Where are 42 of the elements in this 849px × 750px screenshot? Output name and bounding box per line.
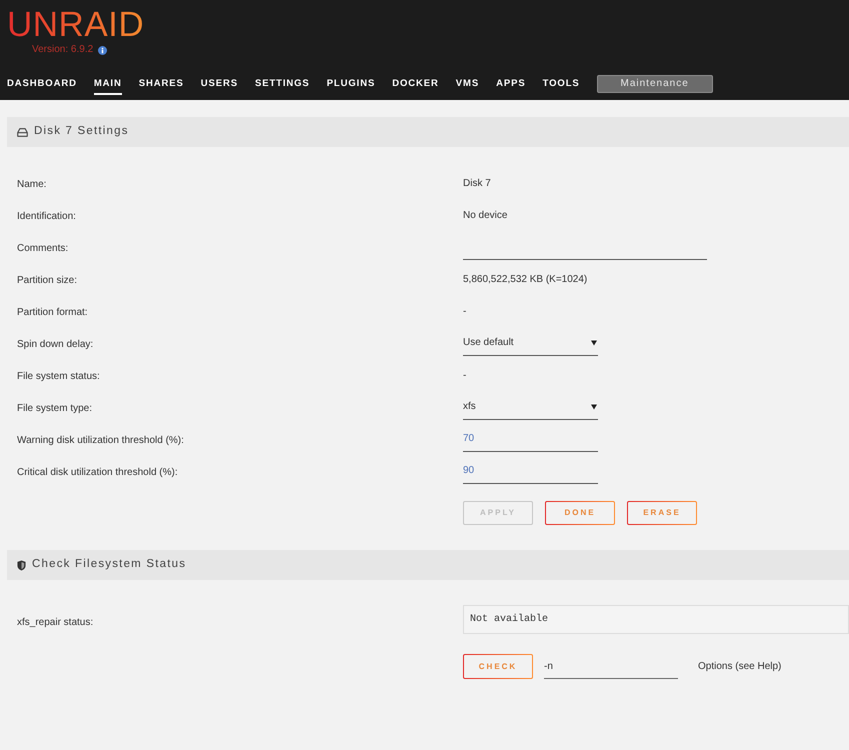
field-label: Warning disk utilization threshold (%): (17, 435, 184, 446)
dropdown[interactable]: xfs (463, 394, 598, 420)
field-label: File system status: (17, 371, 100, 382)
nav-tab[interactable]: VMS (456, 75, 480, 95)
maintenance-button[interactable]: Maintenance (596, 75, 713, 93)
field-value: - (463, 304, 466, 318)
caret-icon (591, 340, 597, 346)
nav-tab[interactable]: TOOLS (542, 75, 580, 95)
field-value: No device (463, 208, 508, 222)
nav-tab[interactable]: DASHBOARD (7, 75, 77, 95)
dropdown[interactable]: Use default (463, 330, 598, 356)
field-label: Identification: (17, 211, 76, 222)
options-hint: Options (see Help) (698, 660, 782, 674)
field-label: Partition size: (17, 275, 78, 286)
nav-tab[interactable]: SETTINGS (254, 75, 310, 95)
number-input-field[interactable]: 70 (463, 426, 598, 452)
caret-icon (591, 404, 597, 410)
field-value: - (463, 368, 466, 382)
field-label: Comments: (17, 243, 68, 254)
number-input-field[interactable]: 90 (463, 458, 598, 484)
info-icon[interactable] (98, 46, 108, 54)
field-label: Critical disk utilization threshold (%): (17, 467, 178, 478)
field-value: Disk 7 (463, 176, 491, 190)
shield-icon (17, 560, 26, 570)
field-label: xfs_repair status: (17, 617, 94, 628)
section-title: Disk 7 Settings (34, 126, 129, 138)
hard-drive-icon (17, 128, 28, 136)
nav-tab[interactable]: MAIN (94, 75, 122, 95)
field-label: Name: (17, 179, 46, 190)
field-label: Partition format: (17, 307, 88, 318)
section-title: Check Filesystem Status (32, 559, 186, 571)
nav-tab[interactable]: SHARES (138, 75, 184, 95)
field-label: Spin down delay: (17, 339, 94, 350)
field-value: 5,860,522,532 KB (K=1024) (463, 272, 588, 286)
status-output: Not available (463, 605, 849, 634)
field-label: File system type: (17, 403, 92, 414)
version-label: Version: 6.9.2 (32, 45, 94, 55)
nav-tab[interactable]: USERS (200, 75, 238, 95)
nav-tab[interactable]: PLUGINS (326, 75, 376, 95)
nav-tab[interactable]: DOCKER (392, 75, 439, 95)
nav-tab[interactable]: APPS (496, 75, 526, 95)
options-input-field[interactable]: -n (544, 654, 678, 679)
